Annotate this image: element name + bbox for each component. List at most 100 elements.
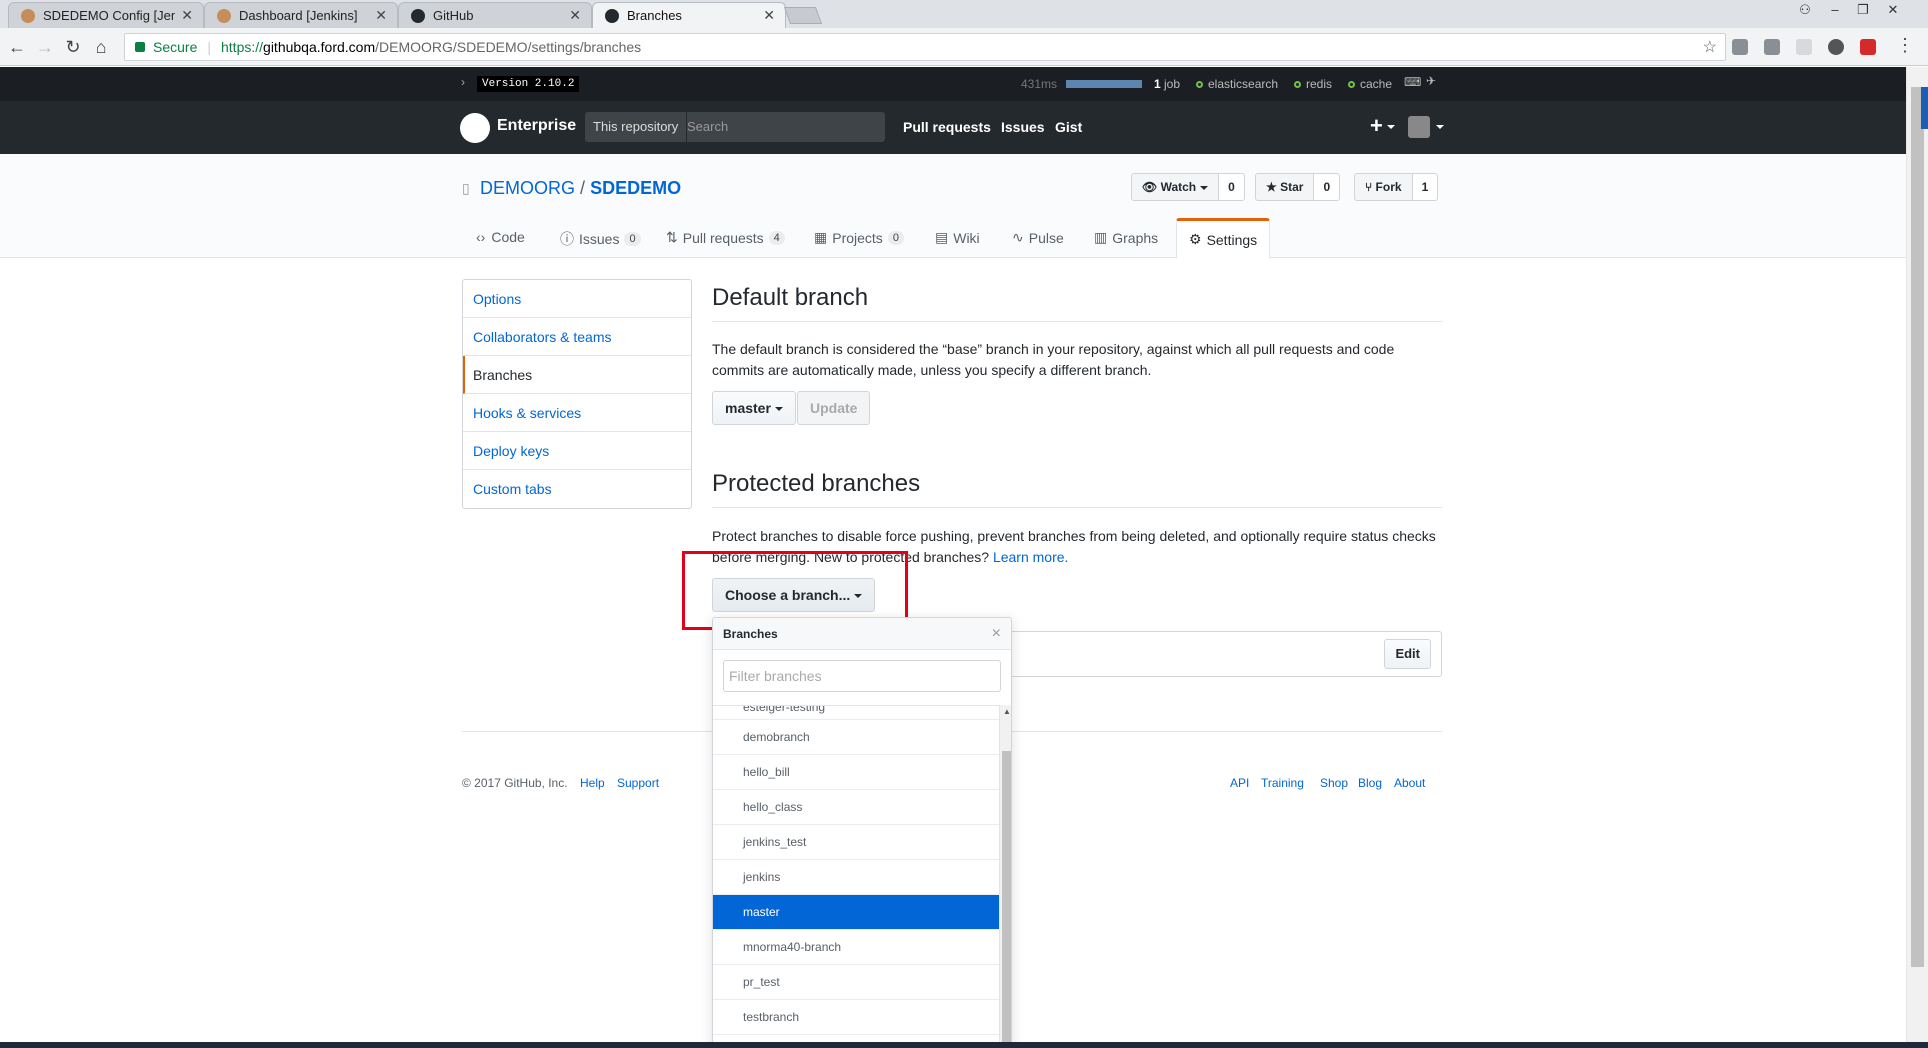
search-input[interactable]: Search [687,112,728,142]
page-scrollbar[interactable] [1906,67,1928,1042]
nav-gist[interactable]: Gist [1055,119,1082,135]
extension-icon[interactable] [1828,39,1844,55]
back-icon[interactable]: ← [6,36,28,58]
update-button[interactable]: Update [797,391,871,425]
footer-link-api[interactable]: API [1230,776,1249,790]
render-time-bar [1066,80,1142,88]
close-tab-icon[interactable]: ✕ [763,7,775,24]
url-path: /DEMOORG/SDEDEMO/settings/branches [375,39,642,55]
scroll-up-icon[interactable]: ▲ [1003,707,1011,716]
menu-item-custom-tabs[interactable]: Custom tabs [463,470,691,508]
footer-link-support[interactable]: Support [617,776,659,790]
create-new-icon[interactable]: + [1370,113,1395,139]
keyboard-icon[interactable]: ⌨ [1404,75,1421,89]
close-tab-icon[interactable]: ✕ [375,7,387,24]
extension-icon[interactable] [1764,39,1780,55]
tab-wiki[interactable]: ▤ Wiki [935,229,980,246]
tab-settings[interactable]: ⚙ Settings [1176,218,1271,259]
tab-projects[interactable]: ▦ Projects 0 [814,229,904,246]
menu-icon[interactable]: ⋮ [1894,34,1916,56]
branch-item[interactable]: demobranch [713,720,999,755]
footer-link-shop[interactable]: Shop [1320,776,1348,790]
branch-item[interactable]: jenkins [713,860,999,895]
close-window-icon[interactable]: ✕ [1880,0,1906,20]
github-logo-icon[interactable] [460,113,490,143]
eye-icon: 👁 [1142,180,1161,194]
browser-tab[interactable]: GitHub ✕ [398,2,592,28]
close-tab-icon[interactable]: ✕ [181,7,193,24]
tab-pull-requests[interactable]: ⇅ Pull requests 4 [666,229,785,246]
menu-item-hooks[interactable]: Hooks & services [463,394,691,432]
branch-item[interactable]: hello_bill [713,755,999,790]
scrollbar-thumb[interactable] [1002,751,1011,1047]
branch-item[interactable]: esteiger-testing [713,706,999,720]
minimize-icon[interactable]: – [1822,0,1848,20]
menu-item-options[interactable]: Options [463,280,691,318]
star-button[interactable]: ★ Star [1255,173,1315,201]
browser-tab[interactable]: Dashboard [Jenkins] ✕ [204,2,398,28]
extension-icon[interactable] [1860,39,1876,55]
watch-button[interactable]: 👁 Watch [1131,173,1220,201]
forward-icon[interactable]: → [34,36,56,58]
extension-icon[interactable] [1732,39,1748,55]
avatar[interactable] [1408,116,1430,138]
status-dot-icon [1294,81,1301,89]
close-tab-icon[interactable]: ✕ [569,7,581,24]
github-favicon-icon [605,8,619,23]
branch-item[interactable]: pr_test [713,965,999,1000]
extension-icon[interactable] [1796,39,1812,55]
repo-icon: ▯ [462,180,470,196]
nav-issues[interactable]: Issues [1001,119,1045,135]
chevron-right-icon[interactable]: › [461,75,465,89]
watch-button-group: 👁 Watch 0 [1131,173,1245,201]
filter-branches-input[interactable]: Filter branches [723,660,1001,692]
footer-link-blog[interactable]: Blog [1358,776,1382,790]
bookmark-star-icon[interactable]: ☆ [1703,37,1717,57]
chevron-down-icon[interactable] [1436,125,1444,129]
menu-item-deploy-keys[interactable]: Deploy keys [463,432,691,470]
rocket-icon[interactable]: ✈ [1426,74,1436,88]
fork-count[interactable]: 1 [1412,173,1439,201]
dropdown-scrollbar[interactable]: ▲ [999,705,1011,1047]
branch-item[interactable]: mnorma40-branch [713,930,999,965]
reload-icon[interactable]: ↻ [62,36,84,58]
close-icon[interactable]: × [992,618,1001,650]
footer-link-about[interactable]: About [1394,776,1425,790]
project-icon: ▦ [814,229,828,245]
tab-graphs[interactable]: ▥ Graphs [1094,229,1158,246]
tab-code[interactable]: ‹› Code [476,229,525,245]
branch-item[interactable]: hello_class [713,790,999,825]
tab-title: SDEDEMO Config [Jenkins] [43,8,175,23]
new-tab-button[interactable] [783,7,823,24]
browser-tab-active[interactable]: Branches ✕ [592,2,786,28]
star-count[interactable]: 0 [1314,173,1341,201]
nav-pull-requests[interactable]: Pull requests [903,119,991,135]
job-count: 1 [1154,77,1161,91]
render-time: 431ms [1021,77,1058,91]
fork-button[interactable]: ⑂ Fork [1354,173,1413,201]
footer-link-help[interactable]: Help [580,776,605,790]
address-bar[interactable]: Secure | https:// githubqa.ford.com /DEM… [124,33,1726,61]
search-box[interactable]: This repository Search [585,112,885,142]
tab-issues[interactable]: ⓘ Issues 0 [560,229,641,249]
branch-item[interactable]: testbranch [713,1000,999,1035]
repo-owner-link[interactable]: DEMOORG [480,178,575,198]
menu-item-collaborators[interactable]: Collaborators & teams [463,318,691,356]
branch-item[interactable]: jenkins_test [713,825,999,860]
restore-icon[interactable]: ❐ [1850,0,1876,20]
profile-icon[interactable]: ⚇ [1792,0,1818,20]
browser-tab[interactable]: SDEDEMO Config [Jenkins] ✕ [8,2,204,28]
home-icon[interactable]: ⌂ [90,36,112,58]
branch-item-selected[interactable]: master [713,895,999,930]
watch-count[interactable]: 0 [1219,173,1245,201]
version-badge: Version 2.10.2 [477,76,580,92]
tab-pulse[interactable]: ∿ Pulse [1012,229,1064,246]
menu-item-branches[interactable]: Branches [463,356,691,394]
default-branch-select[interactable]: master [712,391,796,425]
brand-label[interactable]: Enterprise [497,117,576,135]
edit-button[interactable]: Edit [1384,639,1431,669]
learn-more-link[interactable]: Learn more. [993,549,1068,565]
scrollbar-thumb[interactable] [1911,87,1924,967]
repo-name-link[interactable]: SDEDEMO [590,178,681,198]
footer-link-training[interactable]: Training [1261,776,1304,790]
